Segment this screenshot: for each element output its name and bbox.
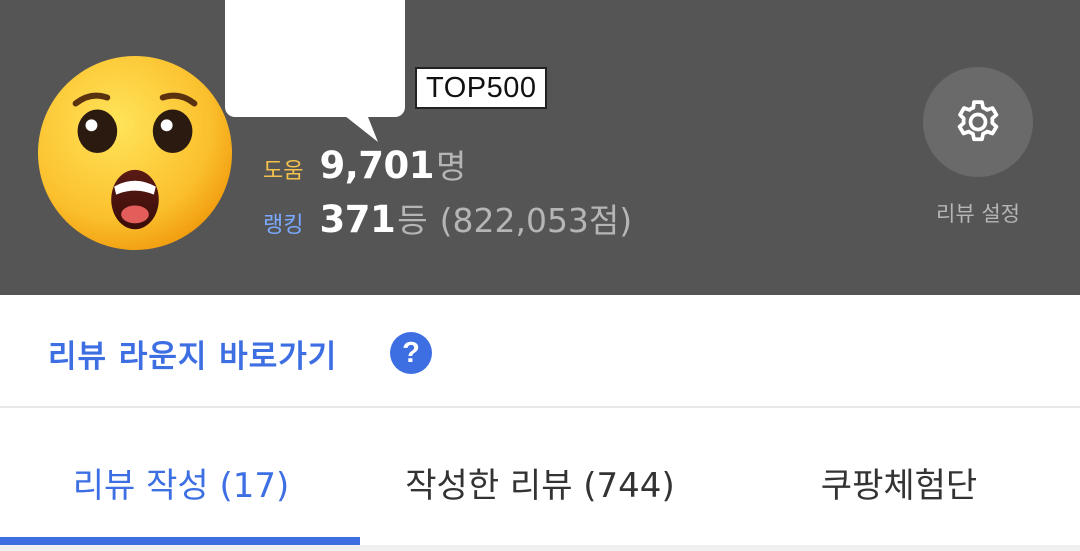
tab-coupang-experience[interactable]: 쿠팡체험단 <box>718 458 1080 507</box>
avatar[interactable] <box>36 54 234 252</box>
ranking-score: (822,053점) <box>439 201 633 240</box>
gear-icon <box>957 100 999 142</box>
ranking-unit: 등 <box>397 201 428 240</box>
ranking-row: 랭킹 371 등 (822,053점) <box>263 194 632 242</box>
active-tab-indicator <box>0 537 360 545</box>
ranking-value: 371 <box>319 198 396 241</box>
speech-bubble-tail <box>340 112 378 142</box>
help-count-value: 9,701 <box>319 144 435 187</box>
rank-badge: TOP500 <box>415 67 548 109</box>
tab-write-review[interactable]: 리뷰 작성 (17) <box>0 458 362 507</box>
surprised-face-emoji-icon <box>37 55 233 251</box>
status-speech-bubble <box>225 0 405 117</box>
review-settings-button[interactable] <box>923 67 1033 177</box>
help-count-unit: 명 <box>436 147 467 186</box>
question-icon[interactable]: ? <box>390 332 432 374</box>
profile-header: TOP500 도움 9,701 명 랭킹 371 등 (822,053점) 리뷰… <box>0 0 1080 295</box>
ranking-label: 랭킹 <box>263 213 304 238</box>
help-label: 도움 <box>263 159 304 184</box>
help-count-row: 도움 9,701 명 <box>263 140 466 188</box>
review-tabs: 리뷰 작성 (17) 작성한 리뷰 (744) 쿠팡체험단 <box>0 410 1080 551</box>
review-settings-label: 리뷰 설정 <box>936 202 1020 226</box>
tabs-divider <box>0 545 1080 551</box>
tab-written-reviews[interactable]: 작성한 리뷰 (744) <box>362 458 718 507</box>
review-lounge-link[interactable]: 리뷰 라운지 바로가기 <box>48 331 337 376</box>
